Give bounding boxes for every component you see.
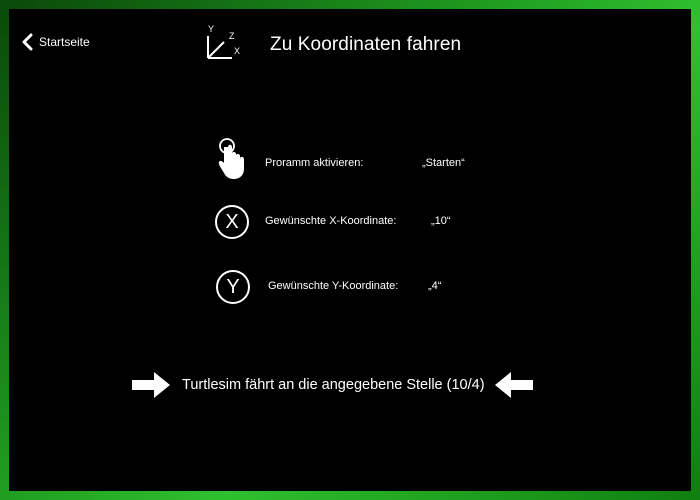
step-x-label: Gewünschte X-Koordinate:	[265, 215, 397, 227]
coordinate-axes-icon: Y Z X	[207, 24, 240, 59]
back-label: Startseite	[39, 35, 90, 49]
axis-z-label: Z	[229, 31, 235, 41]
axis-x-label: X	[234, 46, 240, 56]
step-x-value: „10“	[431, 215, 451, 227]
page-title: Zu Koordinaten fahren	[270, 34, 462, 55]
app-frame: Startseite Y Z X Zu Koordinaten fahren P…	[0, 0, 700, 500]
arrow-left-icon	[494, 372, 533, 398]
step-y-label: Gewünschte Y-Koordinate:	[268, 280, 399, 292]
step-x-coordinate: X Gewünschte X-Koordinate: „10“	[215, 205, 451, 239]
step-activate-value: „Starten“	[422, 157, 465, 169]
touch-hand-icon	[218, 138, 244, 179]
step-activate: Proramm aktivieren: „Starten“	[217, 137, 465, 183]
chevron-left-icon	[22, 33, 33, 51]
x-circle-icon: X	[215, 205, 249, 239]
result-line: Turtlesim fährt an die angegebene Stelle…	[132, 371, 533, 399]
axis-y-label: Y	[208, 24, 214, 34]
step-y-value: „4“	[428, 280, 442, 292]
step-y-coordinate: Y Gewünschte Y-Koordinate: „4“	[216, 270, 441, 304]
page-header: Y Z X Zu Koordinaten fahren	[202, 24, 461, 66]
result-text: Turtlesim fährt an die angegebene Stelle…	[182, 377, 485, 393]
step-activate-label: Proramm aktivieren:	[265, 157, 364, 169]
arrow-right-icon	[132, 372, 170, 398]
back-button[interactable]: Startseite	[21, 33, 90, 51]
y-circle-icon: Y	[216, 270, 250, 304]
